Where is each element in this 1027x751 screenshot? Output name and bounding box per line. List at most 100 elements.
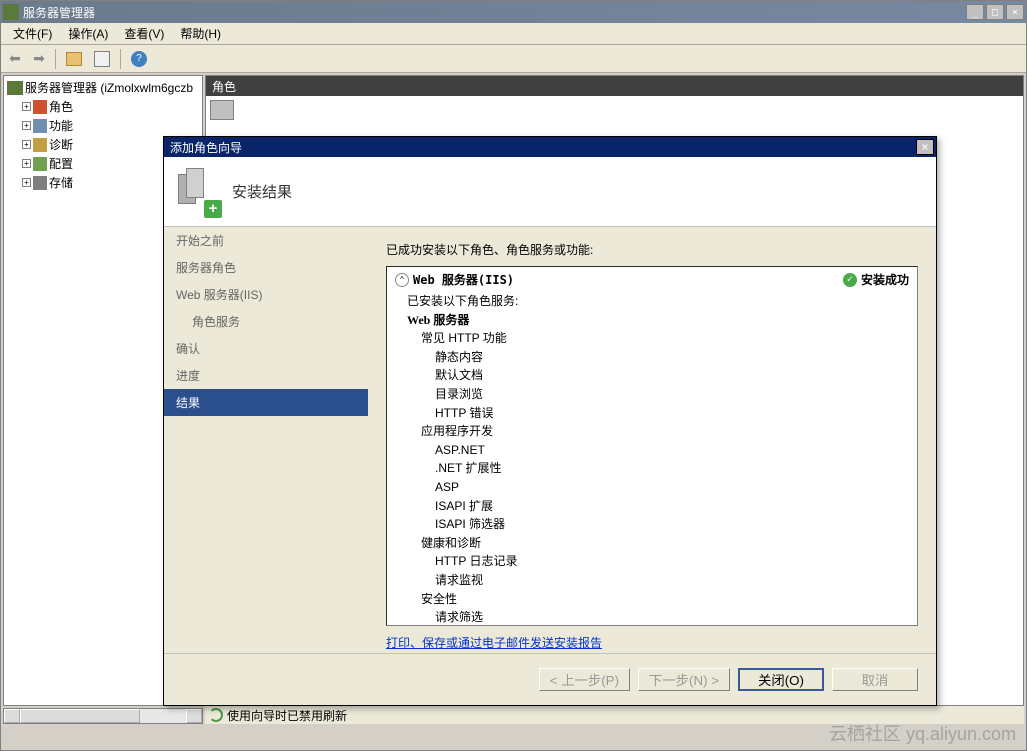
tree-label: 配置 <box>49 155 73 172</box>
features-icon <box>33 119 47 133</box>
tree-label: 角色 <box>49 98 73 115</box>
tree-root[interactable]: 服务器管理器 (iZmolxwlm6gczb <box>6 78 200 97</box>
nav-step[interactable]: 开始之前 <box>164 227 368 254</box>
status-text: 使用向导时已禁用刷新 <box>227 707 347 724</box>
menu-view[interactable]: 查看(V) <box>116 23 172 44</box>
result-item: HTTP 错误 <box>407 404 917 423</box>
result-list: 已安装以下角色服务: Web 服务器常见 HTTP 功能静态内容默认文档目录浏览… <box>387 290 917 626</box>
wizard-content: 已成功安装以下角色、角色服务或功能: ^ Web 服务器(IIS) ✓ 安装成功… <box>368 227 936 653</box>
result-item: 目录浏览 <box>407 385 917 404</box>
toolbar: ⬅ ➡ ? <box>1 45 1026 73</box>
scroll-right-button[interactable] <box>186 709 202 723</box>
result-item: 静态内容 <box>407 348 917 367</box>
success-intro: 已成功安装以下角色、角色服务或功能: <box>386 241 918 258</box>
main-titlebar[interactable]: 服务器管理器 _ □ × <box>1 1 1026 23</box>
result-item: 请求筛选 <box>407 608 917 626</box>
close-button[interactable]: 关闭(O) <box>738 668 824 691</box>
result-title: Web 服务器(IIS) <box>413 271 843 288</box>
server-icon <box>7 81 23 95</box>
menubar: 文件(F) 操作(A) 查看(V) 帮助(H) <box>1 23 1026 45</box>
scroll-thumb[interactable] <box>20 709 140 723</box>
result-item: ASP <box>407 478 917 497</box>
next-button: 下一步(N) > <box>638 668 730 691</box>
menu-help[interactable]: 帮助(H) <box>172 23 229 44</box>
up-folder-button[interactable] <box>62 48 86 70</box>
roles-header: 角色 <box>206 76 1023 96</box>
tree-root-label: 服务器管理器 (iZmolxwlm6gczb <box>25 79 193 96</box>
close-button[interactable]: × <box>1006 4 1024 20</box>
nav-step[interactable]: 服务器角色 <box>164 254 368 281</box>
roles-icon <box>33 100 47 114</box>
tree-item-roles[interactable]: + 角色 <box>6 97 200 116</box>
wizard-nav: 开始之前服务器角色Web 服务器(IIS)角色服务确认进度结果 <box>164 227 368 653</box>
plus-icon: + <box>204 200 222 218</box>
nav-step[interactable]: 进度 <box>164 362 368 389</box>
nav-back-button[interactable]: ⬅ <box>5 48 25 70</box>
refresh-icon <box>209 708 223 722</box>
print-save-email-link[interactable]: 打印、保存或通过电子邮件发送安装报告 <box>386 634 918 651</box>
result-status: 安装成功 <box>861 271 909 288</box>
window-title: 服务器管理器 <box>23 4 964 21</box>
properties-button[interactable] <box>90 48 114 70</box>
result-item: ISAPI 筛选器 <box>407 515 917 534</box>
result-item: 健康和诊断 <box>407 534 917 553</box>
tree-label: 存储 <box>49 174 73 191</box>
config-icon <box>33 157 47 171</box>
dialog-header: + 安装结果 <box>164 157 936 227</box>
nav-step[interactable]: Web 服务器(IIS) <box>164 281 368 308</box>
properties-icon <box>94 51 110 67</box>
result-item: 常见 HTTP 功能 <box>407 329 917 348</box>
results-panel[interactable]: ^ Web 服务器(IIS) ✓ 安装成功 已安装以下角色服务: Web 服务器… <box>386 266 918 626</box>
cancel-button: 取消 <box>832 668 918 691</box>
nav-step[interactable]: 角色服务 <box>164 308 368 335</box>
collapse-icon[interactable]: ^ <box>395 273 409 287</box>
arrow-right-icon: ➡ <box>33 50 45 67</box>
scroll-track[interactable] <box>20 709 186 723</box>
dialog-body: 开始之前服务器角色Web 服务器(IIS)角色服务确认进度结果 已成功安装以下角… <box>164 227 936 653</box>
result-item: ASP.NET <box>407 441 917 460</box>
result-item: .NET 扩展性 <box>407 459 917 478</box>
wizard-icon: + <box>178 168 220 216</box>
page-title: 安装结果 <box>232 181 292 202</box>
result-header[interactable]: ^ Web 服务器(IIS) ✓ 安装成功 <box>387 269 917 290</box>
menu-action[interactable]: 操作(A) <box>60 23 116 44</box>
tree-horizontal-scrollbar[interactable] <box>3 708 203 724</box>
result-item: 应用程序开发 <box>407 422 917 441</box>
expander-icon[interactable]: + <box>22 121 31 130</box>
folder-icon <box>66 52 82 66</box>
dialog-close-button[interactable]: × <box>916 139 934 155</box>
menu-file[interactable]: 文件(F) <box>5 23 60 44</box>
nav-step[interactable]: 确认 <box>164 335 368 362</box>
server-large-icon <box>210 100 234 120</box>
minimize-button[interactable]: _ <box>966 4 984 20</box>
expander-icon[interactable]: + <box>22 159 31 168</box>
help-button[interactable]: ? <box>127 48 151 70</box>
success-check-icon: ✓ <box>843 273 857 287</box>
expander-icon[interactable]: + <box>22 140 31 149</box>
result-item: Web 服务器 <box>407 311 917 330</box>
nav-forward-button[interactable]: ➡ <box>29 48 49 70</box>
arrow-left-icon: ⬅ <box>9 50 21 67</box>
result-item: ISAPI 扩展 <box>407 497 917 516</box>
dialog-titlebar[interactable]: 添加角色向导 × <box>164 137 936 157</box>
tree-item-features[interactable]: + 功能 <box>6 116 200 135</box>
result-item: 默认文档 <box>407 366 917 385</box>
result-item: 请求监视 <box>407 571 917 590</box>
toolbar-separator <box>120 49 121 69</box>
roles-summary <box>206 96 1023 127</box>
previous-button: < 上一步(P) <box>539 668 630 691</box>
toolbar-separator <box>55 49 56 69</box>
result-subtitle: 已安装以下角色服务: <box>407 292 917 311</box>
tree-label: 功能 <box>49 117 73 134</box>
tree-label: 诊断 <box>49 136 73 153</box>
app-icon <box>3 4 19 20</box>
expander-icon[interactable]: + <box>22 178 31 187</box>
diagnostics-icon <box>33 138 47 152</box>
nav-step: 结果 <box>164 389 368 416</box>
maximize-button[interactable]: □ <box>986 4 1004 20</box>
watermark: 云栖社区 yq.aliyun.com <box>829 720 1016 746</box>
result-item: HTTP 日志记录 <box>407 552 917 571</box>
scroll-left-button[interactable] <box>4 709 20 723</box>
expander-icon[interactable]: + <box>22 102 31 111</box>
dialog-button-row: < 上一步(P) 下一步(N) > 关闭(O) 取消 <box>164 653 936 705</box>
